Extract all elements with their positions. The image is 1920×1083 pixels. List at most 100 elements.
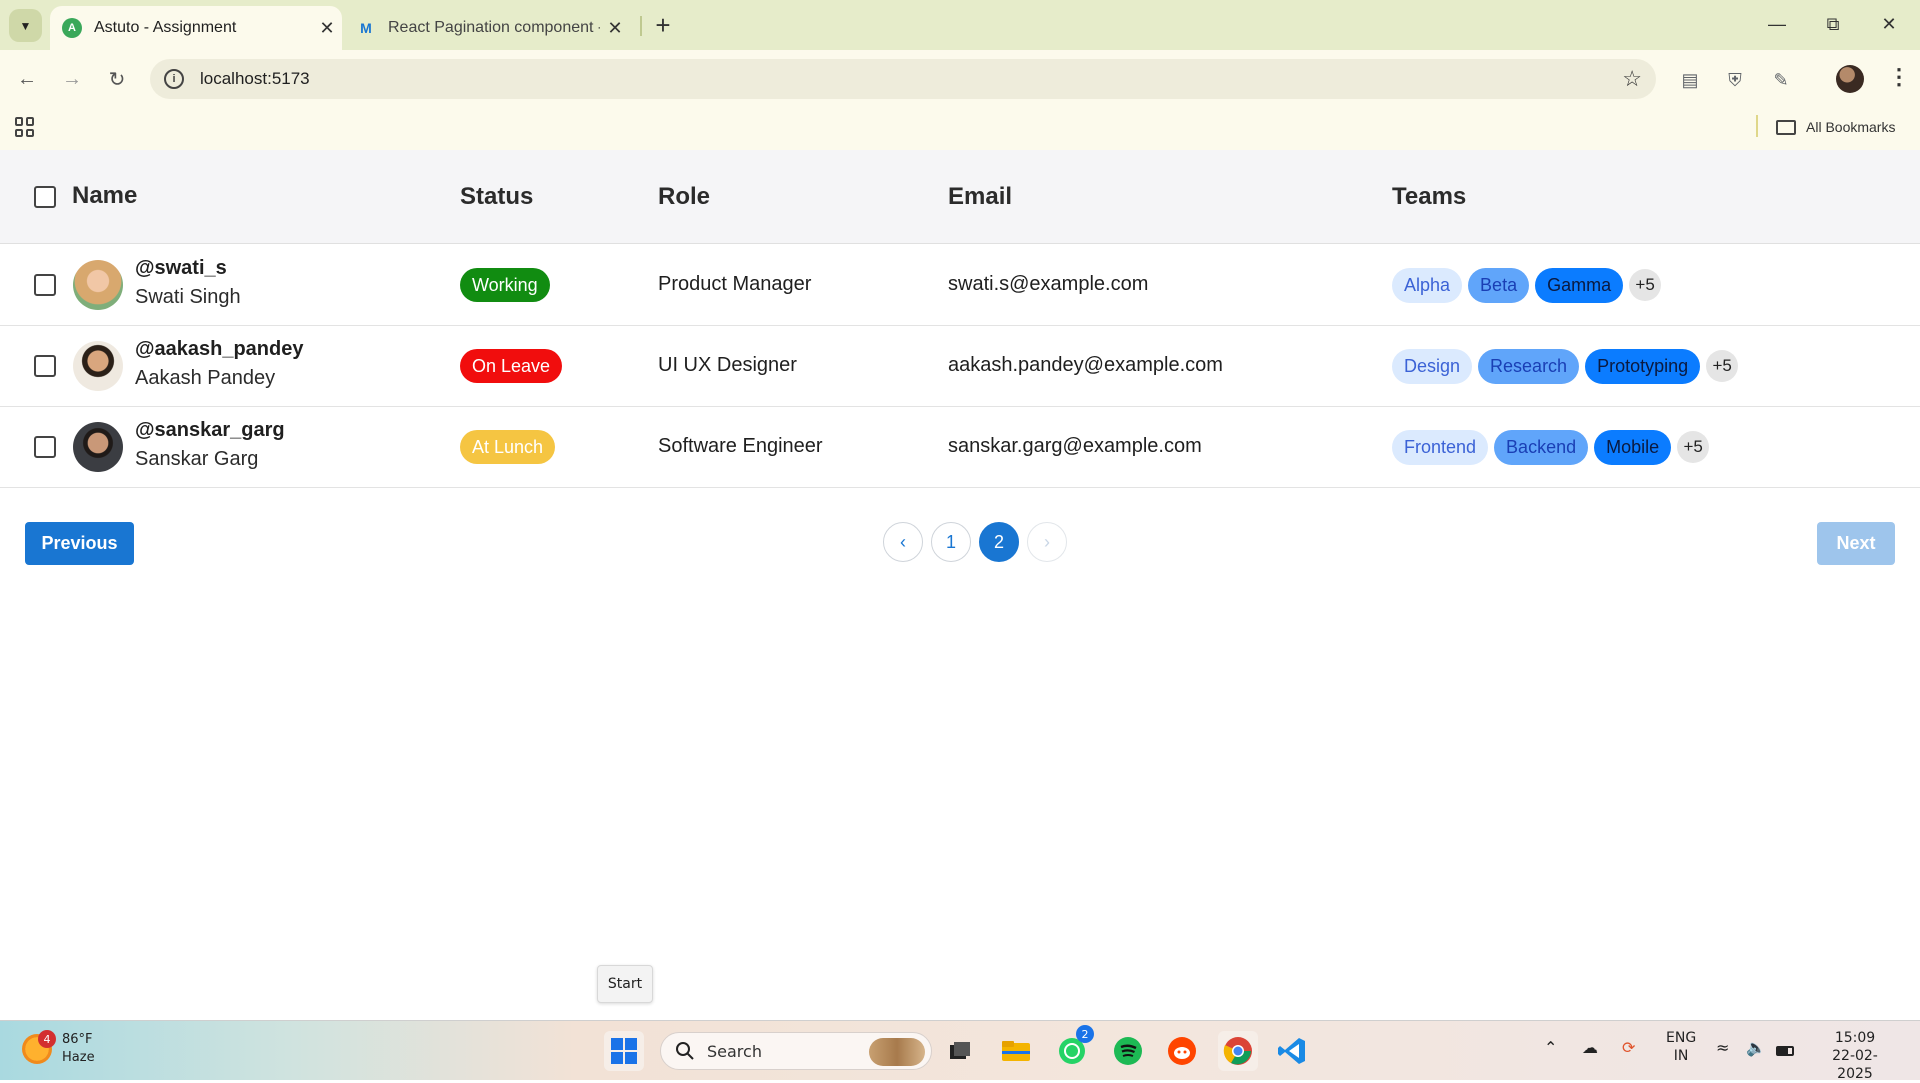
team-chip: Design — [1392, 349, 1473, 384]
page-prev-chevron-icon[interactable]: ‹ — [883, 522, 923, 562]
next-button[interactable]: Next — [1817, 522, 1895, 565]
apps-grid-icon[interactable] — [15, 117, 35, 137]
bookmarks-bar: All Bookmarks — [0, 108, 1920, 150]
status-badge: Working — [460, 268, 550, 302]
taskbar-search[interactable]: Search — [660, 1032, 932, 1070]
avatar — [73, 260, 123, 310]
restore-button[interactable]: ⧉ — [1810, 8, 1856, 40]
spotify-icon[interactable] — [1108, 1031, 1148, 1071]
language-code: ENG — [1666, 1030, 1697, 1046]
tab-react-pagination[interactable]: M React Pagination component - ✕ — [348, 6, 630, 50]
user-handle: @swati_s — [135, 257, 227, 279]
team-chip: Alpha — [1392, 268, 1463, 303]
mui-favicon-icon: M — [360, 20, 372, 36]
header-role[interactable]: Role — [658, 183, 710, 211]
chevron-down-icon: ▼ — [19, 18, 32, 33]
clock-date: 22-02-2025 — [1832, 1048, 1878, 1082]
header-name[interactable]: Name — [72, 182, 137, 210]
role-cell: Product Manager — [658, 273, 812, 295]
previous-button[interactable]: Previous — [25, 522, 134, 565]
tab-search-button[interactable]: ▼ — [9, 9, 42, 42]
more-menu-icon[interactable]: ⋮ — [1888, 64, 1910, 90]
clock-time: 15:09 — [1834, 1030, 1876, 1046]
search-label: Search — [707, 1041, 762, 1061]
minimize-button[interactable]: — — [1754, 8, 1800, 40]
wifi-icon[interactable]: ≈ — [1716, 1039, 1729, 1057]
tab-astuto-assignment[interactable]: A Astuto - Assignment ✕ — [50, 6, 342, 50]
page-button-2[interactable]: 2 — [979, 522, 1019, 562]
user-full-name: Swati Singh — [135, 286, 241, 308]
team-chip: Backend — [1494, 430, 1589, 465]
status-badge: At Lunch — [460, 430, 556, 464]
more-teams-badge[interactable]: +5 — [1677, 431, 1710, 463]
avatar — [73, 341, 123, 391]
header-status[interactable]: Status — [460, 183, 533, 211]
table-header: Name Status Role Email Teams — [0, 150, 1920, 244]
user-full-name: Sanskar Garg — [135, 448, 259, 470]
new-tab-button[interactable]: + — [648, 10, 678, 40]
header-email[interactable]: Email — [948, 183, 1012, 211]
teams-cell: Frontend Backend Mobile +5 — [1392, 430, 1710, 465]
battery-icon[interactable] — [1776, 1043, 1794, 1061]
reload-button[interactable]: ↻ — [101, 63, 133, 95]
more-teams-badge[interactable]: +5 — [1706, 350, 1739, 382]
start-windows-icon[interactable] — [604, 1031, 644, 1071]
page-button-1[interactable]: 1 — [931, 522, 971, 562]
task-view-icon[interactable] — [940, 1031, 980, 1071]
profile-avatar[interactable] — [1836, 65, 1864, 93]
language-indicator[interactable]: ENG IN — [1666, 1029, 1696, 1065]
email-cell: swati.s@example.com — [948, 273, 1149, 295]
row-checkbox[interactable] — [34, 274, 56, 296]
chrome-icon[interactable] — [1218, 1031, 1258, 1071]
browser-toolbar: ← → ↻ i localhost:5173 ☆ ▤ ⛨ ✎ ⋮ — [0, 50, 1920, 108]
back-button[interactable]: ← — [11, 63, 43, 95]
clock[interactable]: 15:09 22-02-2025 — [1815, 1029, 1895, 1083]
site-info-icon[interactable]: i — [164, 69, 184, 89]
bookmark-star-icon[interactable]: ☆ — [1622, 66, 1642, 92]
extension-devtools-icon[interactable]: ▤ — [1677, 67, 1703, 93]
header-teams[interactable]: Teams — [1392, 183, 1466, 211]
address-bar[interactable]: i localhost:5173 ☆ — [150, 59, 1656, 99]
pagination: ‹ 1 2 › — [883, 522, 1067, 562]
extension-shield-icon[interactable]: ⛨ — [1722, 67, 1748, 93]
tab-separator — [640, 16, 642, 36]
whatsapp-badge: 2 — [1076, 1025, 1094, 1043]
tab-title: React Pagination component - — [388, 19, 600, 36]
table-row[interactable]: @sanskar_garg Sanskar Garg At Lunch Soft… — [0, 407, 1920, 488]
show-hidden-icons-chevron-icon[interactable]: ⌃ — [1544, 1039, 1557, 1057]
teams-cell: Design Research Prototyping +5 — [1392, 349, 1739, 384]
user-handle: @aakash_pandey — [135, 338, 304, 360]
url-text: localhost:5173 — [200, 69, 310, 88]
onedrive-cloud-icon[interactable]: ☁ — [1582, 1039, 1598, 1057]
weather-widget[interactable]: 4 86°F Haze — [22, 1030, 95, 1067]
whatsapp-icon[interactable]: 2 — [1052, 1025, 1094, 1071]
more-teams-badge[interactable]: +5 — [1629, 269, 1662, 301]
table-row[interactable]: @aakash_pandey Aakash Pandey On Leave UI… — [0, 326, 1920, 407]
folder-icon — [1776, 119, 1796, 135]
weather-desc: Haze — [62, 1050, 95, 1065]
vscode-icon[interactable] — [1272, 1031, 1312, 1071]
all-bookmarks-button[interactable]: All Bookmarks — [1776, 114, 1895, 140]
close-tab-icon[interactable]: ✕ — [312, 18, 342, 39]
volume-icon[interactable]: 🔈 — [1746, 1039, 1766, 1057]
sync-icon[interactable]: ⟳ — [1622, 1039, 1635, 1057]
status-badge: On Leave — [460, 349, 563, 383]
table-row[interactable]: @swati_s Swati Singh Working Product Man… — [0, 245, 1920, 326]
page-next-chevron-icon[interactable]: › — [1027, 522, 1067, 562]
user-full-name: Aakash Pandey — [135, 367, 276, 389]
team-chip: Mobile — [1594, 430, 1672, 465]
close-tab-icon[interactable]: ✕ — [600, 18, 630, 39]
close-window-button[interactable]: ✕ — [1866, 8, 1912, 40]
forward-button[interactable]: → — [56, 63, 88, 95]
email-cell: aakash.pandey@example.com — [948, 354, 1223, 376]
reddit-icon[interactable] — [1162, 1031, 1202, 1071]
search-highlight-image — [869, 1038, 925, 1066]
weather-sun-icon: 4 — [22, 1030, 56, 1064]
team-chip: Gamma — [1535, 268, 1624, 303]
file-explorer-icon[interactable] — [996, 1031, 1036, 1071]
select-all-checkbox[interactable] — [34, 186, 56, 208]
row-checkbox[interactable] — [34, 355, 56, 377]
user-handle: @sanskar_garg — [135, 419, 285, 441]
extensions-puzzle-icon[interactable]: ✎ — [1768, 67, 1794, 93]
row-checkbox[interactable] — [34, 436, 56, 458]
